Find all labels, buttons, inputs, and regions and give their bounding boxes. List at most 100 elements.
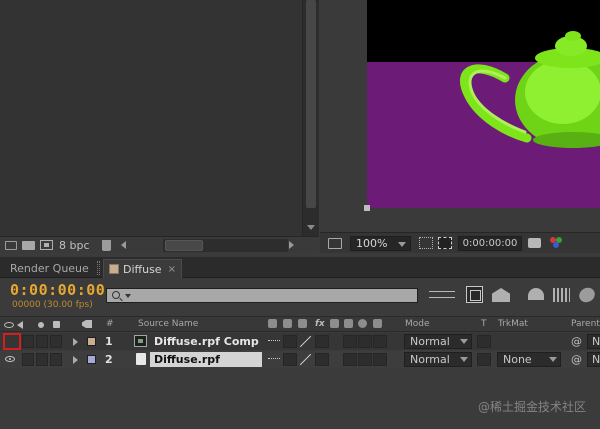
collapse-toggle[interactable] [283, 353, 297, 366]
chevron-down-icon[interactable] [125, 294, 131, 298]
layer-row[interactable]: 1 Diffuse.rpf Comp 1 Normal @ N [0, 333, 600, 350]
live-update-icon[interactable] [466, 286, 483, 303]
region-of-interest-icon[interactable] [438, 237, 452, 249]
label-color-swatch[interactable] [87, 337, 96, 346]
column-trkmat[interactable]: TrkMat [498, 319, 528, 329]
layer-name[interactable]: Diffuse.rpf [150, 352, 262, 367]
adjustment-toggle[interactable] [358, 353, 372, 366]
new-composition-icon[interactable] [40, 240, 53, 250]
label-color-swatch[interactable] [87, 355, 96, 364]
close-icon[interactable]: × [168, 264, 176, 275]
effects-toggle[interactable] [315, 353, 329, 366]
expand-arrow-icon[interactable] [73, 338, 78, 346]
tab-render-queue[interactable]: Render Queue [2, 259, 97, 278]
blend-mode-value: Normal [410, 353, 450, 366]
column-source-name[interactable]: Source Name [138, 319, 198, 329]
column-t[interactable]: T [481, 319, 487, 329]
expand-arrow-icon[interactable] [73, 356, 78, 364]
track-matte-dropdown[interactable]: None [497, 352, 561, 367]
blend-mode-dropdown[interactable]: Normal [404, 352, 472, 367]
adjustment-toggle[interactable] [358, 335, 372, 348]
quality-toggle[interactable] [300, 353, 312, 365]
new-folder-icon[interactable] [22, 240, 35, 250]
grid-guides-icon[interactable] [419, 237, 433, 249]
current-time-indicator[interactable]: 0:00:00:00 [10, 281, 105, 299]
trash-icon[interactable] [101, 239, 111, 251]
quality-switch-icon [298, 319, 307, 328]
layer-number: 2 [105, 353, 113, 366]
scrollbar-thumb[interactable] [165, 240, 203, 251]
magnification-dropdown[interactable]: 100% [350, 235, 411, 251]
audio-speaker-icon [17, 321, 23, 329]
3d-toggle[interactable] [373, 353, 387, 366]
effects-toggle[interactable] [315, 335, 329, 348]
chevron-down-icon [398, 241, 406, 247]
composition-frame[interactable] [367, 0, 600, 208]
shy-toggle[interactable] [268, 355, 280, 363]
frame-blend-switch-icon [330, 319, 339, 328]
shy-switch-icon [268, 319, 277, 328]
layer-row[interactable]: 2 Diffuse.rpf Normal None @ N [0, 351, 600, 368]
layer-search-input[interactable] [106, 288, 418, 303]
collapse-toggle[interactable] [283, 335, 297, 348]
motion-blur-switch-icon [344, 319, 353, 328]
bit-depth-button[interactable]: 8 bpc [59, 239, 90, 252]
chevron-down-icon [460, 357, 468, 362]
3d-layer-switch-icon [373, 319, 382, 328]
video-visibility-toggle[interactable] [3, 333, 21, 350]
timeline-tab-bar: Render Queue Diffuse × [0, 257, 600, 278]
blend-mode-dropdown[interactable]: Normal [404, 334, 472, 349]
parent-dropdown[interactable]: N [587, 334, 600, 349]
lock-toggle[interactable] [50, 353, 62, 366]
adjustment-layer-switch-icon [358, 319, 367, 328]
hide-shy-layers-icon[interactable] [528, 288, 544, 300]
quality-toggle[interactable] [300, 335, 312, 347]
eye-icon[interactable] [5, 356, 15, 362]
footage-file-icon [136, 353, 146, 365]
frame-corner-handle[interactable] [364, 205, 370, 211]
scroll-left-icon[interactable] [120, 241, 126, 249]
pickwhip-icon[interactable]: @ [571, 335, 582, 348]
3d-toggle[interactable] [373, 335, 387, 348]
scroll-down-icon[interactable] [307, 225, 315, 230]
audio-toggle[interactable] [22, 353, 34, 366]
parent-dropdown[interactable]: N [587, 352, 600, 367]
motion-blur-toggle[interactable] [343, 335, 357, 348]
preserve-transparency-toggle[interactable] [477, 353, 491, 366]
panel-grip[interactable] [97, 261, 100, 275]
motion-blur-icon[interactable] [576, 284, 598, 306]
composition-viewer: 100% 0:00:00:00 [320, 0, 600, 253]
current-time-display[interactable]: 0:00:00:00 [458, 235, 522, 251]
motion-blur-toggle[interactable] [343, 353, 357, 366]
solo-toggle[interactable] [36, 335, 48, 348]
always-preview-icon[interactable] [328, 237, 342, 249]
rgb-channels-icon[interactable] [550, 237, 564, 249]
tab-diffuse-comp[interactable]: Diffuse × [103, 259, 182, 278]
column-mode[interactable]: Mode [405, 319, 430, 329]
viewer-toolbar: 100% 0:00:00:00 [320, 232, 600, 253]
mini-flowchart-icon[interactable] [429, 291, 455, 298]
viewer-canvas[interactable] [320, 0, 600, 232]
column-parent[interactable]: Parent [571, 319, 600, 329]
layer-name[interactable]: Diffuse.rpf Comp 1 [150, 334, 262, 349]
audio-toggle[interactable] [22, 335, 34, 348]
frame-rate-info: 00000 (30.00 fps) [12, 300, 93, 310]
column-number[interactable]: # [106, 319, 114, 329]
frame-blending-icon[interactable] [553, 288, 570, 302]
preserve-transparency-toggle[interactable] [477, 335, 491, 348]
lock-toggle[interactable] [50, 335, 62, 348]
draft-3d-icon[interactable] [492, 288, 510, 302]
flowchart-icon[interactable] [5, 240, 17, 250]
label-tag-icon [82, 320, 92, 328]
timeline-panel: 0:00:00:00 00000 (30.00 fps) # Source Na… [0, 278, 600, 429]
solo-toggle[interactable] [36, 353, 48, 366]
scrollbar-thumb[interactable] [306, 0, 316, 208]
project-vertical-scrollbar[interactable] [302, 0, 319, 236]
project-item-list[interactable] [0, 0, 302, 236]
shy-toggle[interactable] [268, 337, 280, 345]
chevron-down-icon [460, 339, 468, 344]
scroll-right-icon[interactable] [289, 241, 294, 249]
project-horizontal-scrollbar[interactable] [163, 239, 288, 252]
snapshot-camera-icon[interactable] [528, 238, 541, 248]
pickwhip-icon[interactable]: @ [571, 353, 582, 366]
